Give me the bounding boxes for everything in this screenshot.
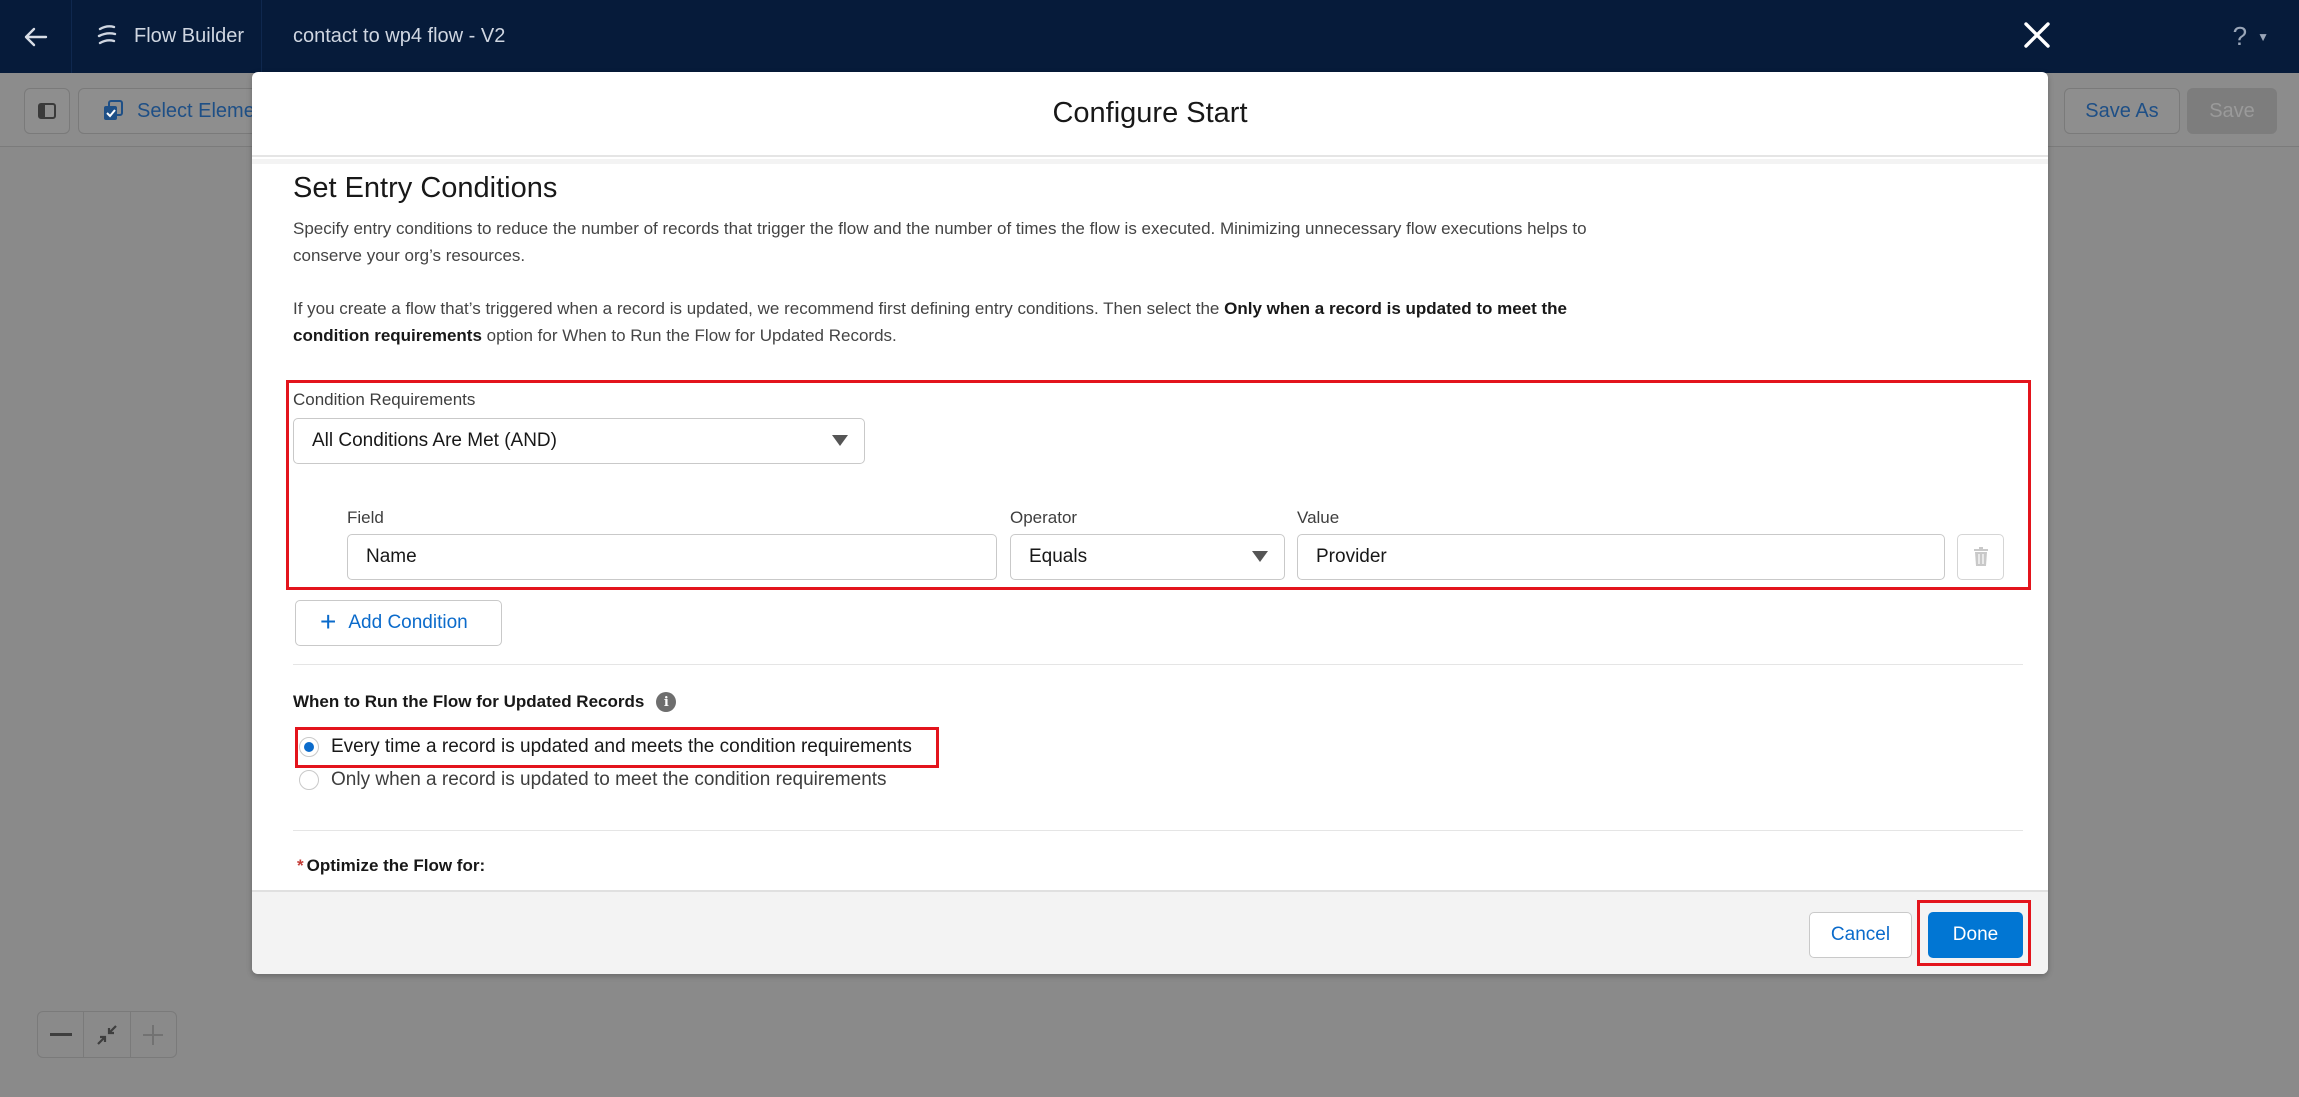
recommendation-text-after: option for When to Run the Flow for Upda… [481, 326, 897, 345]
radio-only-when[interactable]: Only when a record is updated to meet th… [299, 769, 887, 791]
radio-only-when-label: Only when a record is updated to meet th… [331, 769, 887, 790]
when-to-run-label-text: When to Run the Flow for Updated Records [293, 692, 645, 711]
recommendation-text-before: If you create a flow that’s triggered wh… [293, 299, 1225, 318]
caret-down-icon: ▼ [2257, 29, 2269, 44]
required-marker: * [297, 856, 304, 875]
zoom-in-button[interactable] [131, 1012, 176, 1057]
toggle-panel-button[interactable] [24, 88, 70, 134]
top-nav: Flow Builder contact to wp4 flow - V2 ? … [0, 0, 2299, 73]
canvas-zoom-controls [37, 1011, 177, 1058]
highlight-condition-requirements [286, 380, 2031, 590]
section-divider [293, 664, 2023, 665]
highlight-radio-every-time [295, 727, 939, 768]
flow-builder-logo-icon [97, 24, 117, 44]
modal-header: Configure Start [252, 72, 2048, 157]
panel-icon [38, 103, 56, 119]
app-brand: Flow Builder [72, 0, 262, 73]
section-title: Set Entry Conditions [293, 172, 558, 204]
section-divider [293, 830, 2023, 831]
modal-footer: Cancel Done [252, 890, 2048, 974]
fit-to-view-button[interactable] [84, 1012, 131, 1057]
save-as-button[interactable]: Save As [2064, 88, 2180, 134]
minus-icon [49, 1032, 72, 1036]
app-name: Flow Builder [134, 25, 245, 47]
info-icon[interactable]: i [656, 692, 677, 712]
optimize-flow-label-text: Optimize the Flow for: [306, 856, 486, 875]
help-menu[interactable]: ? ▼ [2233, 0, 2269, 73]
flow-title: contact to wp4 flow - V2 [293, 25, 506, 47]
plus-icon: + [320, 606, 337, 637]
add-condition-button[interactable]: + Add Condition [295, 600, 502, 646]
when-to-run-label: When to Run the Flow for Updated Records… [293, 692, 677, 712]
highlight-done-button [1917, 900, 2031, 966]
recommendation-text: If you create a flow that’s triggered wh… [293, 295, 1593, 349]
help-icon: ? [2232, 21, 2248, 51]
header-divider [252, 159, 2048, 164]
radio-button[interactable] [299, 770, 319, 790]
entry-conditions-description: Specify entry conditions to reduce the n… [293, 219, 1587, 265]
zoom-out-button[interactable] [38, 1012, 85, 1057]
plus-icon [143, 1024, 164, 1045]
modal-title: Configure Start [1052, 97, 1248, 129]
save-button[interactable]: Save [2187, 88, 2277, 134]
close-icon [2024, 22, 2050, 48]
modal-close-button[interactable] [2018, 16, 2056, 54]
optimize-flow-label: * Optimize the Flow for: [297, 856, 485, 876]
back-button[interactable] [0, 0, 72, 73]
configure-start-modal: Configure Start Set Entry Conditions Spe… [252, 72, 2048, 974]
cancel-button[interactable]: Cancel [1809, 912, 1912, 958]
select-checkbox-icon [104, 100, 123, 120]
arrow-left-icon [24, 27, 47, 46]
contract-arrows-icon [97, 1024, 117, 1045]
add-condition-label: Add Condition [348, 612, 468, 633]
